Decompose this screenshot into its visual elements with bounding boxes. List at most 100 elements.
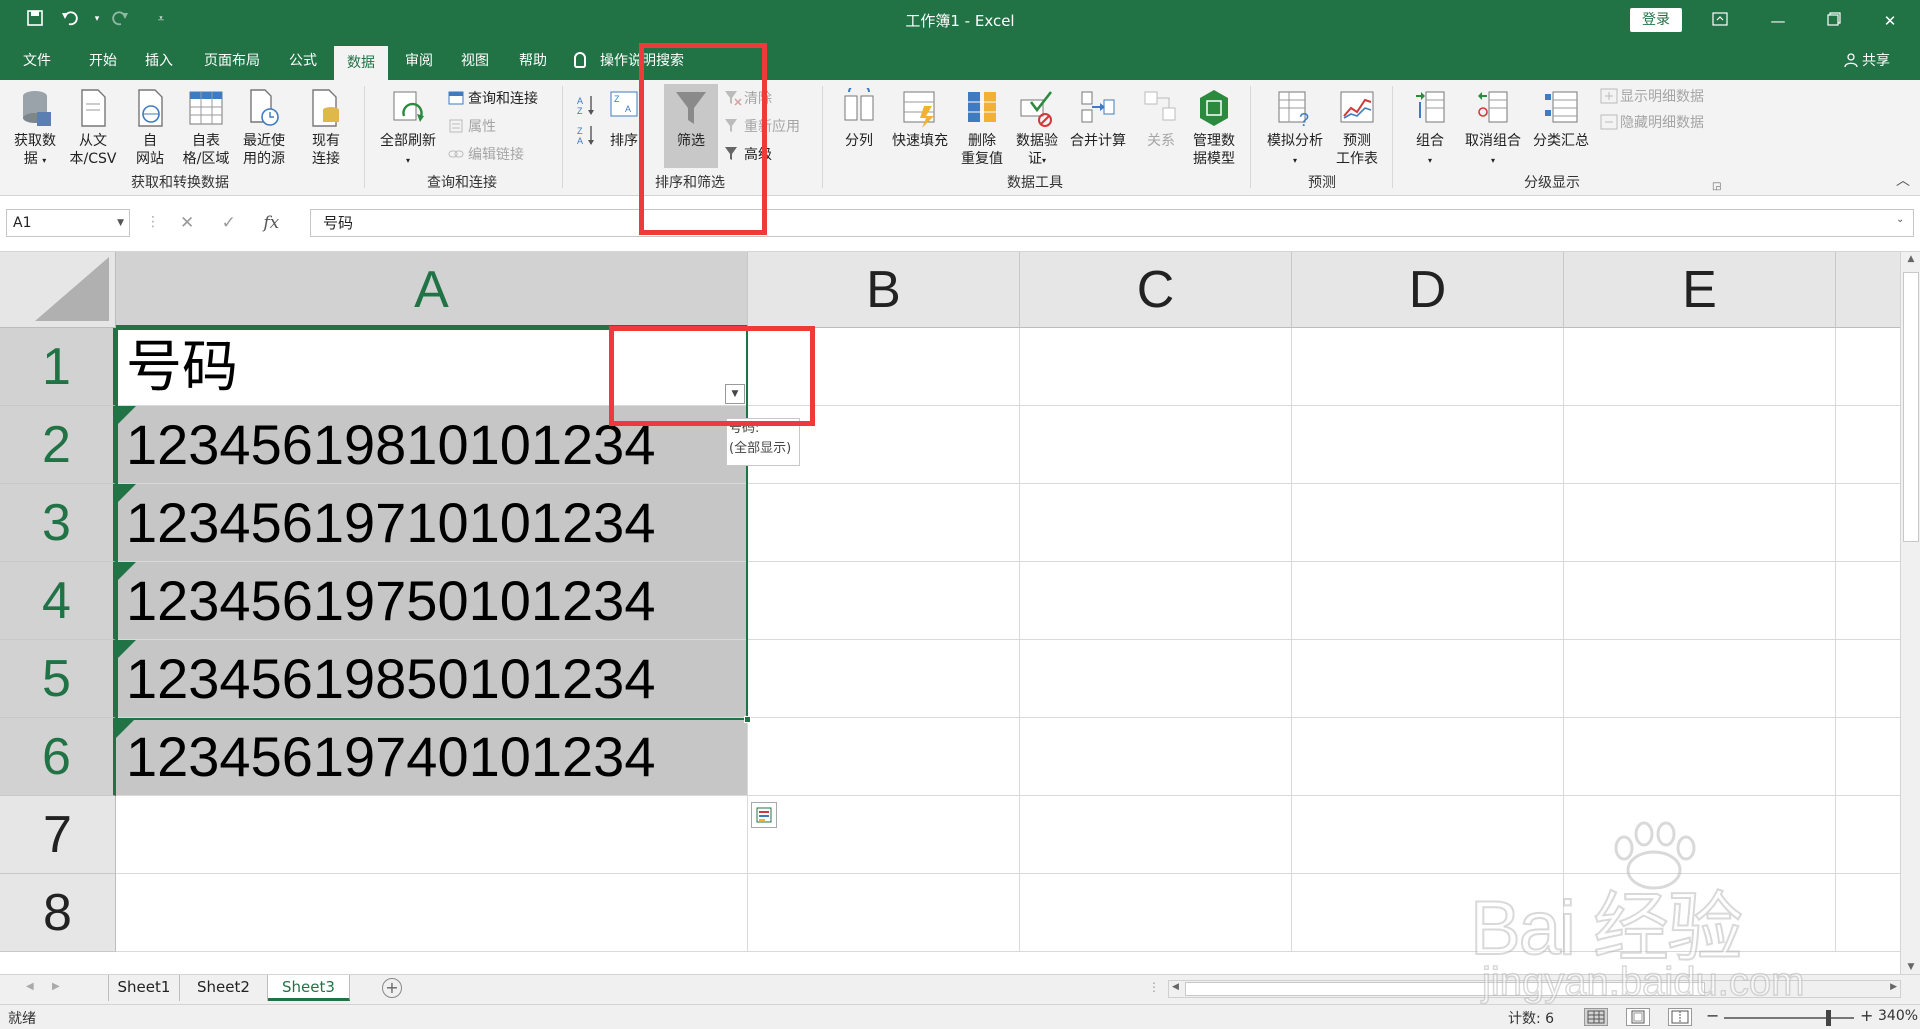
outline-dialog-launcher-icon[interactable]: ◲ (1712, 178, 1721, 196)
from-table-button[interactable]: 自表 格/区域 (178, 88, 234, 168)
tab-home[interactable]: 开始 (76, 42, 130, 80)
cell-e8[interactable] (1564, 874, 1836, 952)
cell-c1[interactable] (1020, 328, 1292, 406)
cell-f5[interactable] (1836, 640, 1900, 718)
zoom-out-icon[interactable]: − (1706, 1006, 1719, 1025)
formula-input[interactable]: 号码 (310, 209, 1914, 237)
add-sheet-icon[interactable]: + (382, 978, 402, 998)
cell-b5[interactable] (748, 640, 1020, 718)
properties-button[interactable]: 属性 (448, 118, 496, 136)
relationships-button[interactable]: 关系 (1134, 88, 1188, 150)
row-header-2[interactable]: 2 (0, 406, 116, 484)
existing-connections-button[interactable]: 现有 连接 (304, 88, 348, 168)
scroll-up-icon[interactable]: ▲ (1901, 254, 1920, 264)
cell-b6[interactable] (748, 718, 1020, 796)
cell-a4[interactable]: 12345619750101234 (116, 562, 748, 640)
cell-b1[interactable] (748, 328, 1020, 406)
vertical-scrollbar[interactable]: ▲ ▼ (1900, 252, 1920, 974)
cell-e6[interactable] (1564, 718, 1836, 796)
sort-button[interactable]: ZA 排序 (604, 88, 644, 150)
cell-b8[interactable] (748, 874, 1020, 952)
scroll-down-icon[interactable]: ▼ (1901, 962, 1920, 972)
cell-f1[interactable] (1836, 328, 1900, 406)
minimize-icon[interactable]: — (1758, 6, 1798, 36)
restore-icon[interactable] (1814, 6, 1854, 36)
cell-c6[interactable] (1020, 718, 1292, 796)
hide-detail-button[interactable]: 隐藏明细数据 (1600, 114, 1704, 132)
from-csv-button[interactable]: 从文 本/CSV (64, 88, 122, 168)
enter-icon[interactable]: ✓ (222, 213, 236, 233)
cell-a5[interactable]: 12345619850101234 (116, 640, 748, 718)
cell-a2[interactable]: 12345619810101234 (116, 406, 748, 484)
horizontal-scrollbar[interactable]: ◀ ▶ (1168, 980, 1901, 998)
cell-e5[interactable] (1564, 640, 1836, 718)
column-header-d[interactable]: D (1292, 252, 1564, 328)
cell-c3[interactable] (1020, 484, 1292, 562)
tab-review[interactable]: 审阅 (392, 42, 446, 80)
cell-b3[interactable] (748, 484, 1020, 562)
close-icon[interactable]: ✕ (1870, 6, 1910, 36)
filter-dropdown-button[interactable]: ▼ (725, 384, 745, 404)
normal-view-icon[interactable] (1584, 1008, 1608, 1026)
scroll-left-icon[interactable]: ◀ (1172, 982, 1179, 992)
get-data-button[interactable]: 获取数据 ▾ (10, 88, 60, 170)
quick-analysis-button[interactable] (751, 802, 777, 828)
from-web-button[interactable]: 自网站 (128, 88, 172, 168)
cell-c7[interactable] (1020, 796, 1292, 874)
cell-e3[interactable] (1564, 484, 1836, 562)
row-header-4[interactable]: 4 (0, 562, 116, 640)
group-button[interactable]: 组合 ▾ (1402, 88, 1458, 170)
cell-d7[interactable] (1292, 796, 1564, 874)
page-break-view-icon[interactable] (1668, 1008, 1692, 1026)
name-box-dropdown-icon[interactable]: ▼ (117, 210, 124, 236)
cell-d6[interactable] (1292, 718, 1564, 796)
page-layout-view-icon[interactable] (1626, 1008, 1650, 1026)
tab-data[interactable]: 数据 (334, 46, 388, 80)
cancel-icon[interactable]: ✕ (180, 213, 194, 233)
cell-e4[interactable] (1564, 562, 1836, 640)
cell-f6[interactable] (1836, 718, 1900, 796)
tell-me-search[interactable]: 操作说明搜索 (574, 42, 684, 80)
what-if-analysis-button[interactable]: ? 模拟分析 ▾ (1260, 88, 1330, 170)
sheet-prev-icon[interactable]: ◀ (26, 981, 34, 992)
tab-help[interactable]: 帮助 (506, 42, 560, 80)
queries-connections-button[interactable]: 查询和连接 (448, 90, 538, 108)
cell-f2[interactable] (1836, 406, 1900, 484)
subtotal-button[interactable]: 分类汇总 (1526, 88, 1596, 150)
column-header-a[interactable]: A (116, 252, 748, 328)
ribbon-display-icon[interactable] (1700, 6, 1740, 36)
share-button[interactable]: 共享 (1844, 42, 1890, 80)
cell-e7[interactable] (1564, 796, 1836, 874)
text-to-columns-button[interactable]: 分列 (836, 88, 882, 150)
column-header-f[interactable] (1836, 252, 1900, 328)
fill-handle[interactable] (744, 716, 751, 723)
show-detail-button[interactable]: 显示明细数据 (1600, 88, 1704, 106)
cell-d3[interactable] (1292, 484, 1564, 562)
cell-c4[interactable] (1020, 562, 1292, 640)
cell-f7[interactable] (1836, 796, 1900, 874)
sort-ascending-icon[interactable]: AZ (576, 94, 596, 121)
recent-sources-button[interactable]: 最近使 用的源 (236, 88, 292, 168)
column-header-b[interactable]: B (748, 252, 1020, 328)
login-button[interactable]: 登录 (1630, 8, 1682, 32)
cell-a1[interactable]: 号码 (116, 328, 748, 406)
zoom-slider-knob[interactable] (1826, 1010, 1831, 1026)
cell-a7[interactable] (116, 796, 748, 874)
ungroup-button[interactable]: 取消组合 ▾ (1460, 88, 1526, 170)
refresh-all-button[interactable]: 全部刷新 ▾ (374, 88, 442, 170)
cell-a8[interactable] (116, 874, 748, 952)
tab-formulas[interactable]: 公式 (276, 42, 330, 80)
cell-d1[interactable] (1292, 328, 1564, 406)
cell-c2[interactable] (1020, 406, 1292, 484)
row-header-6[interactable]: 6 (0, 718, 116, 796)
worksheet-grid[interactable]: A B C D E 1 2 3 4 5 6 7 8 号码 12345619810… (0, 252, 1900, 974)
insert-function-icon[interactable]: fx (263, 213, 279, 233)
name-box[interactable]: A1 ▼ (6, 209, 130, 237)
flash-fill-button[interactable]: 快速填充 (888, 88, 952, 150)
tab-page-layout[interactable]: 页面布局 (196, 42, 268, 80)
cell-e1[interactable] (1564, 328, 1836, 406)
horizontal-scroll-thumb[interactable] (1185, 982, 1705, 996)
cell-a3[interactable]: 12345619710101234 (116, 484, 748, 562)
cell-d2[interactable] (1292, 406, 1564, 484)
consolidate-button[interactable]: 合并计算 (1066, 88, 1130, 150)
